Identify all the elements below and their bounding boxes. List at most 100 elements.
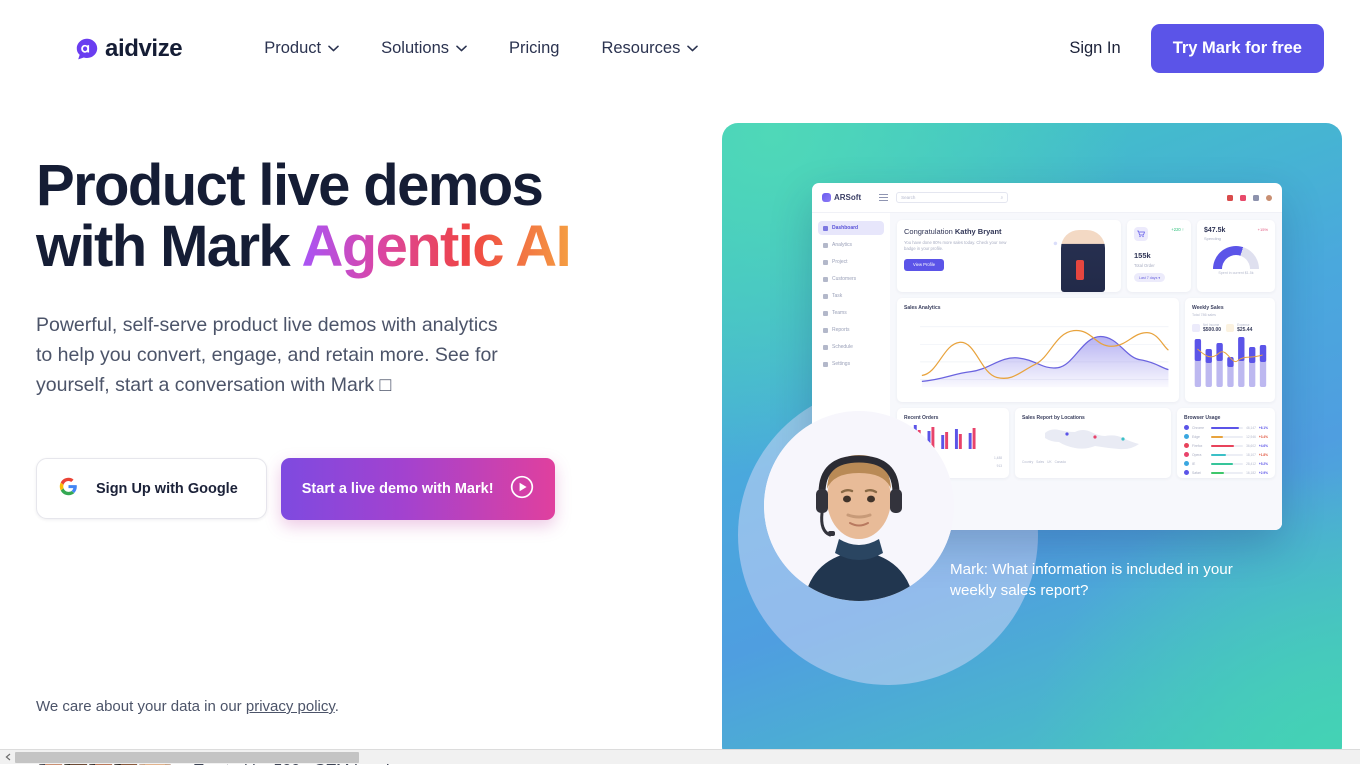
dashboard-topbar: ARSoft Search ⌕ bbox=[812, 183, 1282, 213]
sidebar-item-task[interactable]: Task bbox=[818, 289, 884, 303]
gauge-change: +15% bbox=[1258, 227, 1268, 232]
browser-row: Opera18,107+1.8% bbox=[1184, 452, 1268, 457]
logo[interactable]: aidvize bbox=[76, 35, 182, 63]
horizontal-scrollbar[interactable] bbox=[0, 749, 1360, 764]
browser-row: Firefox36,602+4.6% bbox=[1184, 443, 1268, 448]
headline-line-1: Product live demos bbox=[36, 153, 542, 218]
sidebar-item-teams[interactable]: Teams bbox=[818, 306, 884, 320]
browser-count: 12,946 bbox=[1246, 435, 1256, 439]
browser-name: Edge bbox=[1192, 435, 1208, 439]
congratulations-card: Congratulation Kathy Bryant You have don… bbox=[897, 220, 1121, 292]
sidebar-item-project[interactable]: Project bbox=[818, 255, 884, 269]
dashboard-row-2: Sales Analytics bbox=[897, 298, 1275, 402]
header-actions: Sign In Try Mark for free bbox=[1045, 24, 1324, 73]
browser-pct: +4.6% bbox=[1259, 444, 1268, 448]
sales-by-location-card: Sales Report by Locations Country Sales … bbox=[1015, 408, 1171, 478]
sidebar-item-dashboard[interactable]: Dashboard bbox=[818, 221, 884, 235]
world-map-icon bbox=[1022, 421, 1164, 455]
browser-name: Opera bbox=[1192, 453, 1208, 457]
start-live-demo-button[interactable]: Start a live demo with Mark! bbox=[281, 458, 555, 520]
dashboard-search-input[interactable]: Search ⌕ bbox=[896, 192, 1008, 203]
privacy-prefix: We care about your data in our bbox=[36, 698, 246, 715]
arsoft-logo-icon bbox=[822, 193, 831, 202]
bell-icon[interactable] bbox=[1240, 195, 1246, 201]
browser-pct: +6.1% bbox=[1259, 426, 1268, 430]
nav-item-resources[interactable]: Resources bbox=[601, 39, 698, 58]
logo-text: aidvize bbox=[105, 35, 182, 63]
aidvize-bubble-icon bbox=[76, 38, 98, 60]
browser-row: IE28,412+5.2% bbox=[1184, 461, 1268, 466]
weekly-stat-income: Net Income$500.00 bbox=[1192, 322, 1221, 333]
congrats-greeting: Congratulation bbox=[904, 227, 955, 236]
usage-bar bbox=[1211, 445, 1243, 447]
privacy-policy-link[interactable]: privacy policy bbox=[246, 698, 335, 715]
sign-in-button[interactable]: Sign In bbox=[1045, 25, 1144, 72]
weekly-stat-expense: Expense$25.44 bbox=[1226, 322, 1252, 333]
browser-pct: +3.4% bbox=[1259, 435, 1268, 439]
sidebar-label: Project bbox=[832, 259, 848, 265]
flag-icon[interactable] bbox=[1227, 195, 1233, 201]
browser-pct: +5.2% bbox=[1259, 462, 1268, 466]
folder-icon bbox=[823, 260, 828, 265]
grid-icon bbox=[823, 226, 828, 231]
sign-up-with-google-button[interactable]: Sign Up with Google bbox=[36, 458, 267, 519]
gauge-arc bbox=[1213, 246, 1259, 269]
illustration-person bbox=[1061, 230, 1105, 292]
kpi-range-selector[interactable]: Last 7 days ▾ bbox=[1134, 273, 1165, 282]
demo-preview-panel: ARSoft Search ⌕ Dashboard Analytics bbox=[722, 123, 1342, 763]
browser-usage-card: Browser Usage Chrome46,147+6.1% Edge12,9… bbox=[1177, 408, 1275, 478]
kpi-label: Total Order bbox=[1134, 263, 1184, 268]
gear-icon[interactable] bbox=[1253, 195, 1259, 201]
sidebar-label: Reports bbox=[832, 327, 850, 333]
nav-label-solutions: Solutions bbox=[381, 39, 449, 58]
site-header: aidvize Product Solutions Pricing Resour… bbox=[0, 0, 1360, 97]
browser-row: Edge 12,946+3.4% bbox=[1184, 434, 1268, 439]
browser-name: Firefox bbox=[1192, 444, 1208, 448]
hamburger-menu-icon[interactable] bbox=[879, 194, 888, 201]
sidebar-label: Dashboard bbox=[832, 225, 858, 231]
check-icon bbox=[823, 294, 828, 299]
page-title: Product live demos with Mark Agentic AI bbox=[36, 155, 656, 278]
browser-pct: +2.9% bbox=[1259, 471, 1268, 475]
sidebar-item-analytics[interactable]: Analytics bbox=[818, 238, 884, 252]
scroll-left-arrow-icon[interactable] bbox=[0, 750, 15, 765]
cart-icon bbox=[1134, 227, 1148, 241]
edge-icon bbox=[1184, 434, 1189, 439]
view-profile-button[interactable]: View Profile bbox=[904, 259, 944, 271]
opera-icon bbox=[1184, 452, 1189, 457]
total-orders-kpi-card: +220 ↑ 155k Total Order Last 7 days ▾ bbox=[1127, 220, 1191, 292]
legend-canada: Canada bbox=[1055, 460, 1066, 464]
hero-copy: Product live demos with Mark Agentic AI … bbox=[36, 155, 656, 520]
dashboard-search-placeholder: Search bbox=[901, 195, 915, 200]
chevron-down-icon bbox=[328, 45, 339, 52]
dashboard-logo: ARSoft bbox=[822, 193, 861, 202]
document-icon bbox=[823, 328, 828, 333]
sidebar-item-settings[interactable]: Settings bbox=[818, 357, 884, 371]
nav-item-solutions[interactable]: Solutions bbox=[381, 39, 467, 58]
sidebar-item-reports[interactable]: Reports bbox=[818, 323, 884, 337]
sidebar-item-schedule[interactable]: Schedule bbox=[818, 340, 884, 354]
location-legend: Country Sales UK Canada bbox=[1022, 460, 1164, 464]
demo-button-label: Start a live demo with Mark! bbox=[302, 481, 494, 497]
browser-row: Safari16,182+2.9% bbox=[1184, 470, 1268, 475]
usage-bar bbox=[1211, 436, 1243, 438]
weekly-sales-sub: Total 786 sales bbox=[1192, 313, 1268, 317]
privacy-suffix: . bbox=[335, 698, 339, 715]
calendar-icon bbox=[823, 345, 828, 350]
sidebar-item-customers[interactable]: Customers bbox=[818, 272, 884, 286]
hero-cta-row: Sign Up with Google Start a live demo wi… bbox=[36, 458, 656, 520]
usage-bar bbox=[1211, 463, 1243, 465]
try-mark-free-button[interactable]: Try Mark for free bbox=[1151, 24, 1324, 73]
dashboard-row-1: Congratulation Kathy Bryant You have don… bbox=[897, 220, 1275, 292]
user-avatar-icon[interactable] bbox=[1266, 195, 1272, 201]
mark-agent-avatar bbox=[764, 411, 954, 601]
person-icon bbox=[823, 277, 828, 282]
usage-bar bbox=[1211, 427, 1243, 429]
nav-label-product: Product bbox=[264, 39, 321, 58]
nav-item-product[interactable]: Product bbox=[264, 39, 339, 58]
browser-count: 46,147 bbox=[1246, 426, 1256, 430]
scrollbar-thumb[interactable] bbox=[15, 752, 359, 763]
sales-analytics-title: Sales Analytics bbox=[904, 305, 1172, 311]
nav-item-pricing[interactable]: Pricing bbox=[509, 39, 559, 58]
browser-count: 18,107 bbox=[1246, 453, 1256, 457]
